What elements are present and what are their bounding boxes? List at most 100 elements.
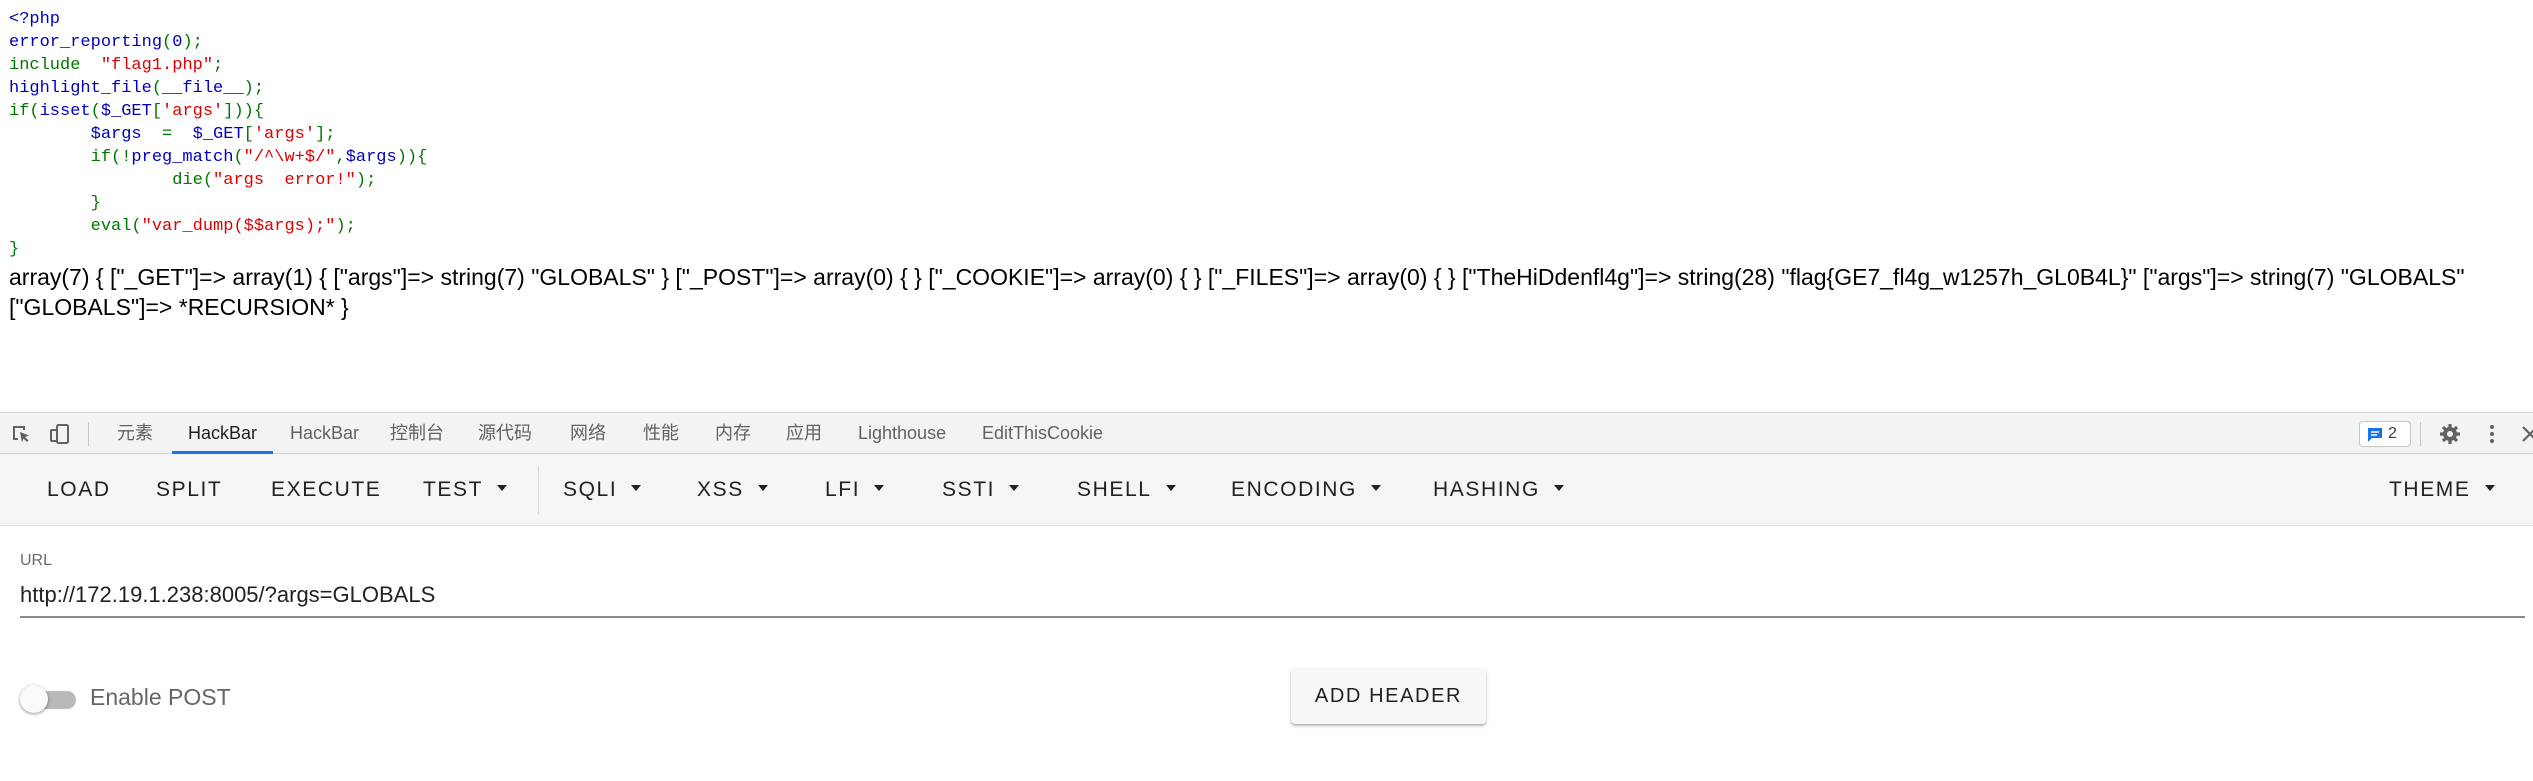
- code-token: eval(: [9, 217, 142, 236]
- url-label: URL: [20, 552, 53, 569]
- devtools-tab[interactable]: 内存: [715, 413, 751, 454]
- code-line: }: [9, 192, 427, 215]
- code-token: "flag1.php": [100, 56, 214, 75]
- hackbar-button-label: SPLIT: [156, 478, 223, 501]
- divider: [88, 422, 89, 446]
- code-line: eval("var_dump($$args);");: [9, 215, 427, 238]
- chevron-down-icon: [2484, 485, 2495, 492]
- devtools-tab[interactable]: 源代码: [478, 413, 532, 454]
- code-token: 'args': [162, 102, 224, 121]
- devtools-tab[interactable]: 元素: [117, 413, 153, 454]
- devtools-tab[interactable]: HackBar: [172, 413, 274, 454]
- code-line: if(!preg_match("/^\w+$/",$args)){: [9, 146, 428, 169]
- hackbar-button-execute[interactable]: EXECUTE: [271, 454, 381, 526]
- devtools-tab[interactable]: 应用: [786, 413, 822, 454]
- url-input[interactable]: [20, 574, 2525, 618]
- code-line: error_reporting(0);: [9, 31, 427, 54]
- hackbar-button-shell[interactable]: SHELL: [1077, 454, 1176, 526]
- code-token: if(!: [9, 148, 132, 167]
- code-token: "/^\w+$/": [243, 148, 336, 167]
- hackbar-button-sqli[interactable]: SQLI: [563, 454, 642, 526]
- inspect-element-icon[interactable]: [10, 423, 32, 445]
- hackbar-button-xss[interactable]: XSS: [697, 454, 768, 526]
- chevron-down-icon: [631, 485, 642, 492]
- chevron-down-icon: [497, 485, 508, 492]
- code-line: <?php: [9, 8, 427, 31]
- chevron-down-icon: [1009, 485, 1020, 492]
- toggle-thumb: [20, 685, 48, 713]
- issues-count: 2: [2388, 425, 2397, 442]
- code-token: );: [335, 217, 356, 236]
- hackbar-button-theme[interactable]: THEME: [2389, 454, 2495, 526]
- devtools-tab[interactable]: 网络: [570, 413, 606, 454]
- hackbar-button-label: SQLI: [563, 478, 618, 501]
- divider: [538, 466, 539, 514]
- code-token: "var_dump($$args);": [141, 217, 336, 236]
- code-token: );: [355, 171, 377, 190]
- hackbar-button-label: SSTI: [942, 478, 996, 501]
- code-token: 'args': [253, 125, 316, 144]
- issues-badge[interactable]: 2: [2359, 421, 2411, 447]
- code-line: highlight_file(__file__);: [9, 77, 427, 100]
- code-token: );: [182, 33, 203, 52]
- code-token: error_reporting: [9, 33, 163, 52]
- code-token: preg_match: [131, 148, 234, 167]
- code-token: $_GET: [100, 102, 152, 121]
- divider: [2420, 422, 2421, 446]
- hackbar-button-split[interactable]: SPLIT: [156, 454, 222, 526]
- code-token: (: [151, 79, 163, 98]
- devtools-tab[interactable]: HackBar: [290, 413, 359, 454]
- devtools-tab[interactable]: 控制台: [390, 413, 444, 454]
- devtools-tab[interactable]: 性能: [643, 413, 679, 454]
- code-token: ];: [315, 125, 336, 144]
- hackbar-button-label: THEME: [2389, 478, 2471, 501]
- device-toolbar-icon[interactable]: [49, 423, 71, 445]
- code-token: if(: [9, 102, 40, 121]
- gear-icon[interactable]: [2439, 423, 2461, 445]
- code-token: [: [151, 102, 163, 121]
- code-token: )){: [396, 148, 428, 167]
- hackbar-button-label: ENCODING: [1231, 478, 1357, 501]
- hackbar-button-label: TEST: [423, 478, 484, 501]
- hackbar-toolbar: LOAD SPLIT EXECUTE TEST SQLI XSS LFI SSTI SHELL E…: [0, 454, 2533, 526]
- kebab-menu-icon[interactable]: [2481, 423, 2503, 445]
- devtools-tab[interactable]: Lighthouse: [858, 413, 946, 454]
- code-line: $args = $_GET['args'];: [9, 123, 427, 146]
- hackbar-button-label: HASHING: [1433, 478, 1540, 501]
- code-line: }: [9, 238, 427, 261]
- devtools-tab[interactable]: EditThisCookie: [982, 413, 1103, 454]
- code-line: include "flag1.php";: [9, 54, 427, 77]
- code-token: ,: [335, 148, 346, 167]
- code-token: }: [9, 194, 101, 213]
- code-line: die("args error!");: [9, 169, 427, 192]
- code-token: highlight_file: [9, 79, 152, 98]
- hackbar-button-lfi[interactable]: LFI: [825, 454, 885, 526]
- code-token: =: [162, 125, 193, 144]
- hackbar-button-encoding[interactable]: ENCODING: [1231, 454, 1381, 526]
- devtools-tab-bar: 元素 HackBar HackBar 控制台 源代码 网络 性能 内存 应用 Lighthouse…: [0, 412, 2533, 454]
- code-token: }: [9, 240, 20, 259]
- code-token: (: [162, 33, 173, 52]
- code-token: die(: [9, 171, 214, 190]
- hackbar-button-hashing[interactable]: HASHING: [1433, 454, 1564, 526]
- code-token: 0: [172, 33, 183, 52]
- add-header-button[interactable]: ADD HEADER: [1291, 668, 1486, 724]
- code-token: isset: [39, 102, 91, 121]
- hackbar-button-load[interactable]: LOAD: [47, 454, 111, 526]
- hackbar-button-ssti[interactable]: SSTI: [942, 454, 1020, 526]
- chevron-down-icon: [1553, 485, 1564, 492]
- php-source-code: <?php error_reporting(0); include "flag1.p…: [9, 8, 427, 261]
- code-token: <?php: [9, 10, 61, 29]
- hackbar-button-label: SHELL: [1077, 478, 1152, 501]
- enable-post-toggle[interactable]: [20, 683, 78, 713]
- hackbar-button-label: EXECUTE: [271, 478, 382, 501]
- code-token: $args: [345, 148, 397, 167]
- hackbar-button-test[interactable]: TEST: [423, 454, 508, 526]
- code-token: include: [9, 56, 101, 75]
- hackbar-button-label: LFI: [825, 478, 861, 501]
- enable-post-label: Enable POST: [90, 684, 231, 710]
- close-icon[interactable]: [2519, 423, 2533, 445]
- code-token: ;: [213, 56, 224, 75]
- chevron-down-icon: [874, 485, 885, 492]
- code-token: ])){: [223, 102, 265, 121]
